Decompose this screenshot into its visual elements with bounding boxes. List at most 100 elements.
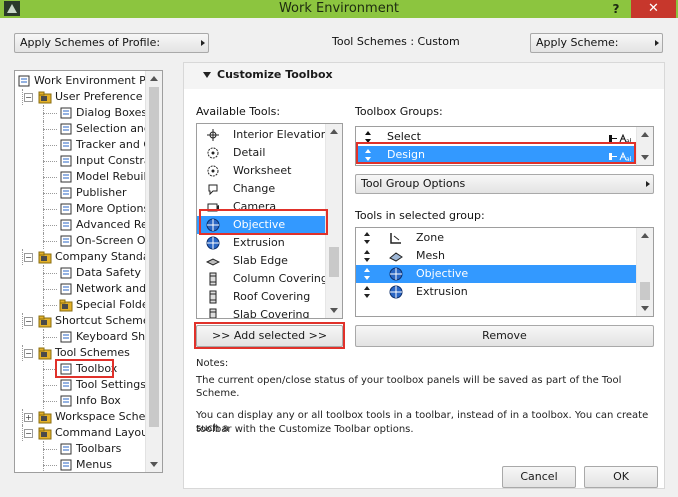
section-title: Customize Toolbox (217, 68, 333, 81)
ok-button[interactable]: OK (584, 466, 658, 488)
user-preference-folder-icon (38, 90, 52, 104)
available-tool-item[interactable]: Slab Edge (197, 252, 326, 270)
tree-item[interactable]: − Command Layout S (15, 425, 162, 441)
tree-connector (43, 289, 57, 290)
reorder-arrows-icon[interactable] (364, 232, 370, 244)
available-tools-scrollbar-thumb[interactable] (329, 247, 339, 277)
available-tool-item[interactable]: Worksheet (197, 162, 326, 180)
tree-item[interactable]: Tool Settings D (15, 377, 158, 393)
tree-item[interactable]: Special Folders (15, 297, 159, 313)
input-constraints-icon (59, 154, 73, 168)
group-tool-item[interactable]: Extrusion (356, 283, 637, 301)
tool-group-options-button[interactable]: Tool Group Options (355, 174, 654, 194)
scroll-up-icon[interactable] (330, 129, 338, 134)
tree-item[interactable]: Menus (15, 457, 146, 472)
help-button[interactable]: ? (608, 0, 624, 18)
tree-item[interactable]: More Options (15, 201, 149, 217)
tree-item[interactable]: On-Screen Opt (15, 233, 157, 249)
tree-scrollbar-thumb[interactable] (149, 87, 159, 427)
interior-elevation-icon (206, 128, 220, 142)
column-covering-icon (206, 272, 220, 286)
tree-connector (22, 425, 23, 441)
available-tool-item[interactable]: Change (197, 180, 326, 198)
settings-tree[interactable]: Work Environment Pro − User Preference S Di… (14, 70, 163, 473)
tree-item[interactable]: Dialog Boxes a (15, 105, 157, 121)
available-tool-item[interactable]: Extrusion (197, 234, 326, 252)
available-tool-label: Extrusion (233, 236, 285, 249)
collapse-icon[interactable]: − (24, 93, 33, 102)
tree-item[interactable]: Publisher (15, 185, 146, 201)
toolbars-icon (59, 442, 73, 456)
tracker-icon (59, 138, 73, 152)
scroll-up-icon[interactable] (641, 233, 649, 238)
tree-item[interactable]: Tracker and Co (15, 137, 158, 153)
reorder-arrows-icon[interactable] (364, 250, 370, 262)
tree-item-label: Shortcut Schemes (55, 314, 156, 327)
tree-item[interactable]: Advanced Red (15, 217, 155, 233)
scroll-up-icon[interactable] (641, 132, 649, 137)
collapse-icon[interactable]: − (24, 349, 33, 358)
cancel-button[interactable]: Cancel (502, 466, 576, 488)
tree-connector (43, 337, 57, 338)
remove-button[interactable]: Remove (355, 325, 654, 347)
advanced-redraw-icon (59, 218, 73, 232)
reorder-arrows-icon[interactable] (364, 286, 370, 298)
expand-icon[interactable]: + (24, 413, 33, 422)
tree-item[interactable]: Data Safety & (15, 265, 153, 281)
scroll-down-icon[interactable] (641, 155, 649, 160)
design-highlight-box (356, 142, 636, 164)
tools-in-group-label: Tools in selected group: (355, 209, 485, 222)
scroll-up-icon[interactable] (150, 76, 158, 81)
title-bar: Work Environment ? ✕ (0, 0, 678, 18)
collapse-icon[interactable]: − (24, 253, 33, 262)
tree-connector (43, 201, 44, 217)
tools-in-group-list[interactable]: Zone Mesh Objective Extrusion (355, 227, 654, 317)
group-tool-item[interactable]: Mesh (356, 247, 637, 265)
extrusion-icon (389, 285, 403, 299)
tree-item[interactable]: − User Preference S (15, 89, 153, 105)
tree-item[interactable]: Network and L (15, 281, 156, 297)
tree-item[interactable]: Keyboard Shor (15, 329, 156, 345)
tree-item[interactable]: + Workspace Scheme (15, 409, 162, 425)
tree-item[interactable]: Work Environment Pro (15, 73, 157, 89)
tree-connector (43, 457, 44, 472)
available-tool-label: Detail (233, 146, 266, 159)
tree-item-label: Work Environment Pro (34, 74, 157, 87)
arrow-right-icon (655, 40, 659, 46)
available-tool-label: Roof Covering (233, 290, 311, 303)
available-tool-item[interactable]: Column Covering (197, 270, 328, 288)
reorder-arrows-icon[interactable] (364, 268, 370, 280)
notes-heading: Notes: (196, 358, 229, 369)
tools-in-group-scrollbar[interactable] (636, 228, 653, 316)
tree-item[interactable]: Info Box (15, 393, 146, 409)
apply-schemes-of-profile-button[interactable]: Apply Schemes of Profile: (14, 33, 209, 53)
available-tool-item[interactable]: Interior Elevation (197, 126, 328, 144)
collapse-triangle-icon[interactable] (203, 72, 211, 78)
tree-item[interactable]: Model Rebuild (15, 169, 154, 185)
scroll-down-icon[interactable] (641, 306, 649, 311)
toolbox-groups-scrollbar[interactable] (636, 127, 653, 165)
tree-connector (43, 145, 57, 146)
tree-item[interactable]: Selection and E (15, 121, 161, 137)
available-tool-item[interactable]: Slab Covering (197, 306, 326, 318)
group-tool-item[interactable]: Zone (356, 229, 637, 247)
collapse-icon[interactable]: − (24, 317, 33, 326)
tree-item[interactable]: − Shortcut Schemes (15, 313, 155, 329)
tools-in-group-scrollbar-thumb[interactable] (640, 282, 650, 300)
tree-item[interactable]: Toolbars (15, 441, 146, 457)
scroll-down-icon[interactable] (150, 462, 158, 467)
scroll-down-icon[interactable] (330, 308, 338, 313)
shortcut-schemes-folder-icon (38, 314, 52, 328)
tree-scrollbar[interactable] (145, 71, 162, 472)
tree-item[interactable]: − Company Standard (15, 249, 161, 265)
available-tool-label: Column Covering (233, 272, 328, 285)
section-header[interactable]: Customize Toolbox (184, 63, 664, 89)
tree-item[interactable]: Input Constrai (15, 153, 154, 169)
group-tool-item[interactable]: Objective (356, 265, 637, 283)
close-button[interactable]: ✕ (631, 0, 676, 18)
collapse-icon[interactable]: − (24, 429, 33, 438)
apply-scheme-button[interactable]: Apply Scheme: (530, 33, 663, 53)
available-tool-item[interactable]: Detail (197, 144, 326, 162)
available-tool-item[interactable]: Roof Covering (197, 288, 326, 306)
tree-item-label: Data Safety & (76, 266, 154, 279)
